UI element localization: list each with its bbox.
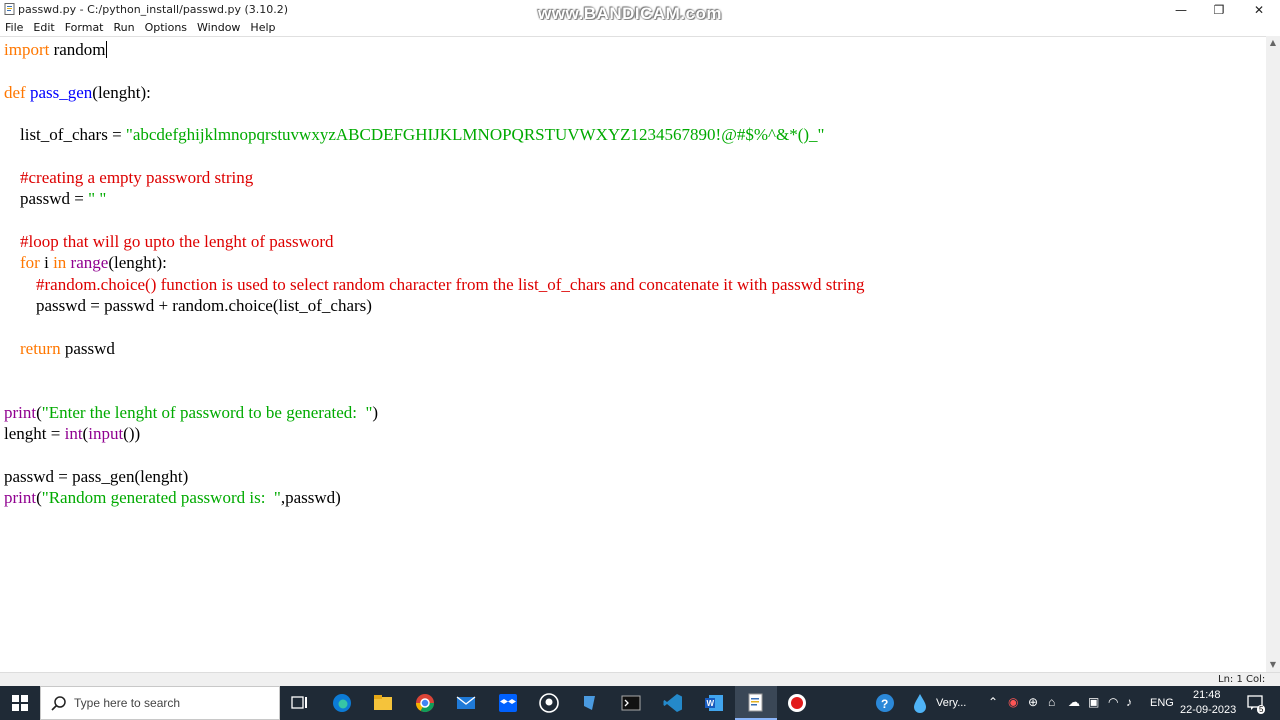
show-hidden-icons-icon[interactable]: ⌃	[988, 695, 998, 709]
menu-run[interactable]: Run	[109, 20, 140, 36]
code-line-12: lenght = int(input())	[4, 424, 141, 443]
task-view-icon[interactable]	[288, 691, 312, 715]
mail-icon[interactable]	[454, 691, 478, 715]
wifi-icon[interactable]: ◠	[1108, 695, 1118, 709]
python-idle-icon[interactable]	[744, 691, 768, 715]
dropbox-icon[interactable]	[496, 691, 520, 715]
menu-format[interactable]: Format	[60, 20, 109, 36]
title-bar: passwd.py - C:/python_install/passwd.py …	[0, 0, 1280, 23]
clock-date[interactable]: 22-09-2023	[1180, 704, 1236, 716]
code-line-7: for i in range(lenght):	[20, 253, 167, 272]
code-line-5: passwd = " "	[20, 189, 107, 208]
maximize-button[interactable]: ❐	[1199, 0, 1239, 20]
code-line-13: passwd = pass_gen(lenght)	[4, 467, 189, 486]
code-line-1: import random	[4, 40, 107, 59]
search-icon	[51, 696, 66, 711]
code-line-8: #random.choice() function is used to sel…	[36, 275, 865, 294]
terminal-icon[interactable]	[619, 691, 643, 715]
code-line-9: passwd = passwd + random.choice(list_of_…	[36, 296, 372, 315]
windows-start-icon[interactable]	[8, 691, 32, 715]
network-icon[interactable]: ⌂	[1048, 695, 1055, 709]
line-number: Ln: 1	[1218, 674, 1243, 685]
menu-help[interactable]: Help	[245, 20, 280, 36]
scroll-up-arrow-icon[interactable]: ▲	[1266, 36, 1280, 50]
device-icon[interactable]: ▣	[1088, 695, 1099, 709]
code-line-2: def pass_gen(lenght):	[4, 83, 151, 102]
svg-text:W: W	[707, 699, 715, 708]
svg-text:?: ?	[881, 697, 888, 711]
code-line-3: list_of_chars = "abcdefghijklmnopqrstuvw…	[20, 125, 825, 144]
code-line-10: return passwd	[20, 339, 115, 358]
cloud-icon[interactable]: ☁	[1068, 695, 1080, 709]
github-icon[interactable]	[537, 691, 561, 715]
idle-file-icon	[4, 3, 15, 15]
scroll-down-arrow-icon[interactable]: ▼	[1266, 658, 1280, 672]
status-bar: Ln: 1 Col: 13	[0, 672, 1280, 699]
code-line-6: #loop that will go upto the lenght of pa…	[20, 232, 334, 251]
menu-window[interactable]: Window	[192, 20, 245, 36]
menu-file[interactable]: File	[0, 20, 28, 36]
language-indicator[interactable]: ENG	[1150, 697, 1174, 709]
globe-icon[interactable]: ⊕	[1028, 695, 1038, 709]
menu-options[interactable]: Options	[140, 20, 192, 36]
volume-icon[interactable]: ♪	[1126, 695, 1132, 709]
windows-taskbar: Type here to search W ? Very... ⌃ ◉ ⊕ ⌂ …	[0, 686, 1280, 720]
code-line-14: print("Random generated password is: ",p…	[4, 488, 341, 507]
word-icon[interactable]: W	[702, 691, 726, 715]
menu-bar: File Edit Format Run Options Window Help	[0, 20, 1280, 36]
code-editor[interactable]: import random def pass_gen(lenght): list…	[0, 36, 1266, 673]
vscode-icon[interactable]	[661, 691, 685, 715]
close-button[interactable]: ✕	[1239, 0, 1279, 20]
weather-drop-icon[interactable]	[908, 691, 932, 715]
edge-browser-icon[interactable]	[330, 691, 354, 715]
bandicam-record-icon[interactable]	[785, 691, 809, 715]
clock-time[interactable]: 21:48	[1193, 689, 1221, 701]
taskbar-search-box[interactable]: Type here to search	[40, 686, 280, 720]
help-icon[interactable]: ?	[873, 691, 897, 715]
file-explorer-icon[interactable]	[371, 691, 395, 715]
minimize-button[interactable]: —	[1161, 0, 1201, 20]
chrome-icon[interactable]	[413, 691, 437, 715]
weather-text[interactable]: Very...	[936, 697, 966, 709]
search-placeholder: Type here to search	[74, 696, 181, 710]
window-title: passwd.py - C:/python_install/passwd.py …	[18, 3, 289, 16]
code-line-11: print("Enter the lenght of password to b…	[4, 403, 379, 422]
code-line-4: #creating a empty password string	[20, 168, 254, 187]
vertical-scrollbar[interactable]: ▲ ▼	[1266, 36, 1280, 672]
record-tray-icon[interactable]: ◉	[1008, 695, 1018, 709]
menu-edit[interactable]: Edit	[28, 20, 59, 36]
store-icon[interactable]	[578, 691, 602, 715]
text-cursor	[105, 41, 107, 58]
